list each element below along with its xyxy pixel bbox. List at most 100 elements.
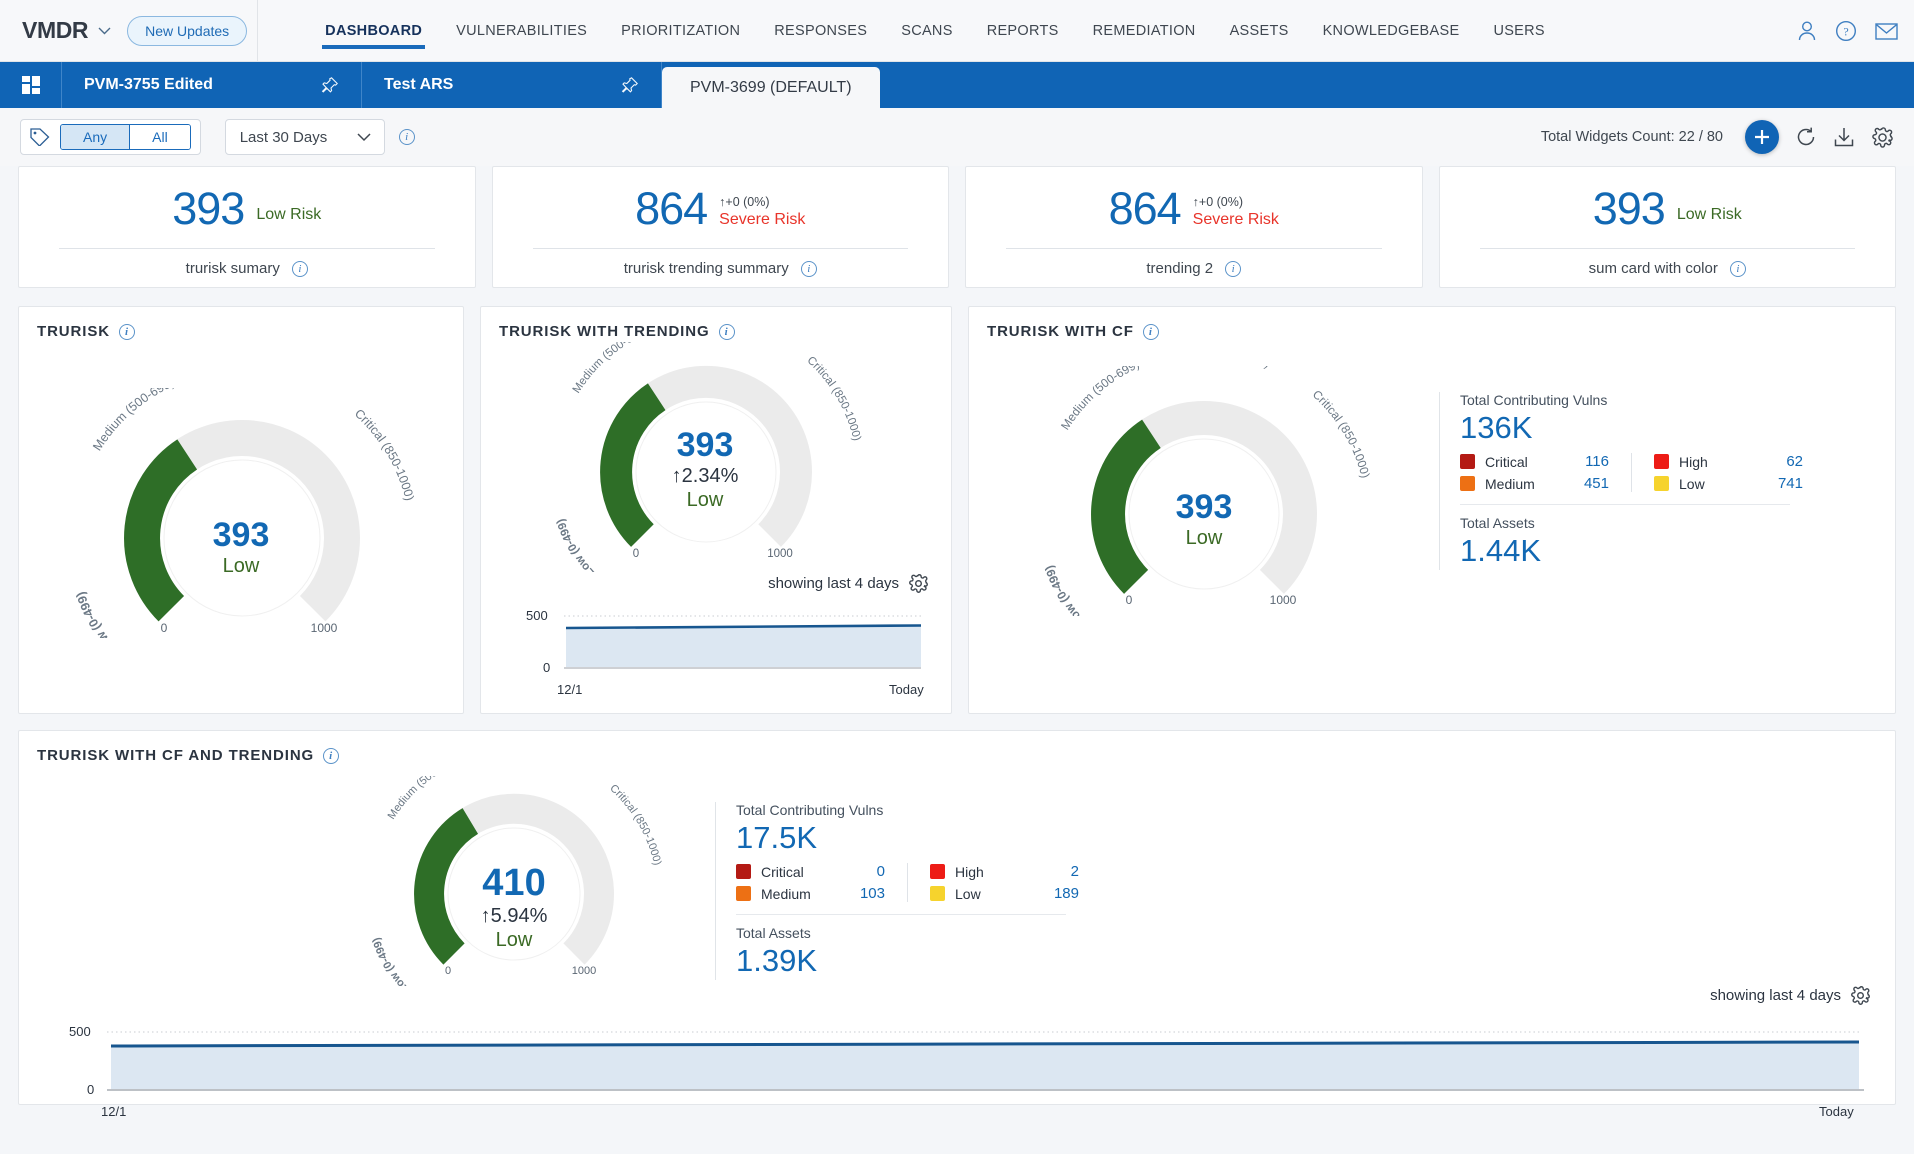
chart-y-min-label: 0 (87, 1082, 94, 1097)
gauge-trend: ↑2.34% (672, 464, 739, 488)
widget-trurisk-with-cf-and-trending: TRURISK WITH CF AND TRENDING i Low (0-49 (18, 730, 1896, 1105)
summary-card-risk: Low Risk (1677, 205, 1742, 225)
summary-card-value: 864 (635, 183, 707, 235)
toolbar-right-actions: Total Widgets Count: 22 / 80 (1541, 120, 1894, 154)
tag-match-all-button[interactable]: All (129, 125, 190, 149)
trend-period-label: showing last 4 days (1710, 987, 1841, 1004)
info-icon[interactable]: i (1225, 261, 1241, 277)
summary-card-value-row: 864 ↑+0 (0%) Severe Risk (986, 179, 1402, 248)
cf-severity-row[interactable]: Low 189 (930, 885, 1079, 902)
widget-title: TRURISK WITH CF (987, 323, 1134, 340)
cf-severity-row[interactable]: Medium 451 (1460, 475, 1609, 492)
dashboard-tab-test-ars[interactable]: Test ARS (362, 62, 662, 108)
dashboard-tab-bar: PVM-3755 Edited Test ARS PVM-3699 (DEFAU… (0, 62, 1914, 108)
info-icon[interactable]: i (323, 748, 339, 764)
settings-icon[interactable] (1850, 985, 1871, 1006)
cf-severity-row[interactable]: Critical 0 (736, 863, 885, 880)
nav-item-responses[interactable]: RESPONSES (757, 0, 884, 62)
nav-item-prioritization[interactable]: PRIORITIZATION (604, 0, 757, 62)
summary-card-risk: Low Risk (256, 205, 321, 225)
svg-text:1000: 1000 (572, 965, 596, 977)
dashboard-tab-pvm-3755[interactable]: PVM-3755 Edited (62, 62, 362, 108)
cf-vulns-label: Total Contributing Vulns (736, 802, 1079, 818)
new-updates-button[interactable]: New Updates (127, 16, 247, 46)
summary-card-trurisk-sumary[interactable]: 393 Low Risk trurisk sumary i (18, 166, 476, 288)
gauge-trurisk-cf: Low (0-499) Medium (500-699) High (700-8… (969, 366, 1439, 621)
info-icon[interactable]: i (801, 261, 817, 277)
cf-severity-row[interactable]: High 2 (930, 863, 1079, 880)
nav-item-vulnerabilities[interactable]: VULNERABILITIES (439, 0, 604, 62)
chart-x-end-label: Today (889, 682, 924, 697)
help-icon[interactable]: ? (1835, 20, 1857, 42)
info-icon[interactable]: i (1143, 324, 1159, 340)
info-icon[interactable]: i (292, 261, 308, 277)
severity-name: High (1679, 454, 1749, 470)
summary-card-meta: ↑+0 (0%) Severe Risk (1193, 183, 1279, 230)
app-title: VMDR (22, 17, 88, 44)
chart-y-max-label: 500 (526, 608, 548, 623)
dashboard-tab-label: PVM-3699 (DEFAULT) (690, 79, 852, 97)
date-range-select[interactable]: Last 30 Days (225, 119, 385, 155)
summary-card-trend: ↑+0 (0%) (1193, 195, 1279, 210)
svg-text:0: 0 (161, 621, 168, 635)
severity-value: 741 (1759, 475, 1803, 492)
nav-item-scans[interactable]: SCANS (884, 0, 969, 62)
tag-match-any-button[interactable]: Any (61, 125, 129, 149)
summary-card-value-row: 393 Low Risk (1460, 179, 1876, 248)
mail-icon[interactable] (1875, 22, 1898, 41)
settings-icon[interactable] (1871, 126, 1894, 149)
summary-card-value: 393 (1593, 183, 1665, 235)
nav-item-users[interactable]: USERS (1476, 0, 1561, 62)
svg-text:Medium (500-699): Medium (500-699) (90, 388, 176, 453)
contributing-factors-panel: Total Contributing Vulns 136K Critical 1… (1439, 392, 1803, 570)
cf-severity-row[interactable]: High 62 (1654, 453, 1803, 470)
cf-severity-row[interactable]: Low 741 (1654, 475, 1803, 492)
nav-item-knowledgebase[interactable]: KNOWLEDGEBASE (1306, 0, 1477, 62)
severity-value: 116 (1565, 453, 1609, 470)
nav-item-reports[interactable]: REPORTS (970, 0, 1076, 62)
svg-text:1000: 1000 (311, 621, 338, 635)
chevron-down-icon[interactable] (98, 27, 111, 35)
date-range-value: Last 30 Days (240, 129, 328, 146)
summary-card-trending-2[interactable]: 864 ↑+0 (0%) Severe Risk trending 2 i (965, 166, 1423, 288)
gauge-risk-label: Low (687, 488, 724, 513)
widget-trurisk-with-cf: TRURISK WITH CF i (968, 306, 1896, 714)
widget-trurisk: TRURISK i Low (0-499) Medium ( (18, 306, 464, 714)
svg-text:High (700-849): High (700-849) (1189, 366, 1272, 370)
tag-icon[interactable] (30, 128, 50, 146)
summary-card-title: trending 2 (1146, 260, 1213, 277)
tag-filter-group: Any All (20, 119, 201, 155)
nav-item-remediation[interactable]: REMEDIATION (1076, 0, 1213, 62)
download-icon[interactable] (1833, 126, 1855, 148)
dashboard-grid-icon[interactable] (0, 62, 62, 108)
user-icon[interactable] (1797, 20, 1817, 42)
severity-swatch-critical (736, 864, 751, 879)
cf-severity-row[interactable]: Medium 103 (736, 885, 885, 902)
svg-text:0: 0 (445, 965, 451, 977)
main-nav-items: DASHBOARD VULNERABILITIES PRIORITIZATION… (308, 0, 1562, 62)
nav-item-dashboard[interactable]: DASHBOARD (308, 0, 439, 62)
refresh-icon[interactable] (1795, 126, 1817, 148)
date-range-info-icon[interactable]: i (399, 129, 415, 145)
tag-match-toggle: Any All (60, 124, 191, 150)
pin-icon[interactable] (321, 76, 339, 94)
summary-card-value: 864 (1109, 183, 1181, 235)
severity-swatch-medium (1460, 476, 1475, 491)
info-icon[interactable]: i (119, 324, 135, 340)
widget-title-row: TRURISK i (19, 307, 463, 340)
top-navigation-bar: VMDR New Updates DASHBOARD VULNERABILITI… (0, 0, 1914, 62)
svg-text:Low (0-499): Low (0-499) (555, 517, 597, 572)
add-widget-button[interactable] (1745, 120, 1779, 154)
trend-chart-svg (481, 606, 953, 682)
info-icon[interactable]: i (1730, 261, 1746, 277)
summary-card-sum-card-with-color[interactable]: 393 Low Risk sum card with color i (1439, 166, 1897, 288)
pin-icon[interactable] (621, 76, 639, 94)
nav-item-assets[interactable]: ASSETS (1213, 0, 1306, 62)
dashboard-tab-pvm-3699[interactable]: PVM-3699 (DEFAULT) (662, 67, 880, 108)
svg-text:?: ? (1843, 25, 1848, 39)
info-icon[interactable]: i (719, 324, 735, 340)
summary-card-trurisk-trending-summary[interactable]: 864 ↑+0 (0%) Severe Risk trurisk trendin… (492, 166, 950, 288)
chart-x-start-label: 12/1 (557, 682, 582, 697)
cf-severity-row[interactable]: Critical 116 (1460, 453, 1609, 470)
gauge-trurisk-cf-trending: Low (0-499) Medium (500-699) High (700-8… (19, 776, 679, 991)
